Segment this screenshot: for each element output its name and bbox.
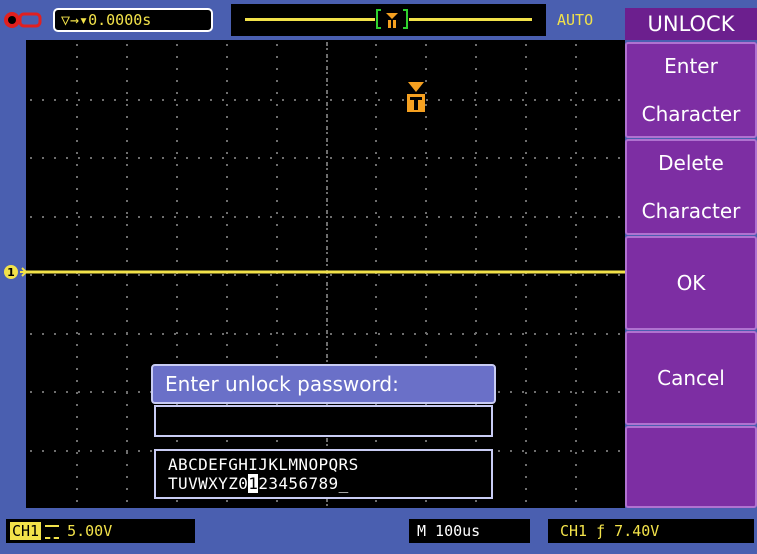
keyboard-row-1[interactable]: ABCDEFGHIJKLMNOPQRS [168, 455, 359, 474]
cancel-label: Cancel [657, 366, 725, 390]
password-field[interactable] [154, 405, 493, 437]
delete-character-label-2: Character [641, 199, 741, 223]
ch1-ground-marker-icon: 1 [4, 265, 28, 279]
ok-button[interactable]: OK [625, 236, 757, 330]
trigger-position-icon [375, 9, 409, 29]
ch1-scale-readout: CH1 5.00V [6, 519, 195, 543]
delete-character-label-1: Delete [658, 151, 724, 175]
keyboard-row-2-end[interactable]: 23456789_ [258, 474, 348, 493]
unlock-password-dialog: Enter unlock password: ABCDEFGHIJKLMNOPQ… [151, 364, 496, 500]
cancel-button[interactable]: Cancel [625, 331, 757, 425]
ok-label: OK [676, 271, 706, 295]
enter-character-button[interactable]: Enter Character [625, 42, 757, 138]
ch1-tag: CH1 [10, 522, 42, 540]
keyboard-selected-character[interactable]: 1 [248, 474, 259, 493]
ch1-coupling-icon [45, 524, 60, 539]
enter-character-label-1: Enter [664, 54, 718, 78]
svg-text:1: 1 [7, 266, 15, 279]
run-stop-icon [4, 12, 42, 28]
character-keyboard[interactable]: ABCDEFGHIJKLMNOPQRS TUVWXYZ0123456789_ [154, 449, 493, 499]
softkey-menu: UNLOCK Enter Character Delete Character … [625, 0, 757, 554]
memory-position-bar [231, 4, 546, 36]
top-status-bar: ▽→▾0.0000s AUTO [0, 0, 625, 40]
timebase-readout: M 100us [409, 519, 530, 543]
menu-title: UNLOCK [625, 8, 757, 40]
ch1-volts-per-div: 5.00V [67, 522, 113, 540]
trigger-position-marker-icon [407, 82, 425, 112]
enter-character-label-2: Character [641, 102, 741, 126]
dialog-prompt: Enter unlock password: [151, 364, 496, 404]
empty-softkey-button[interactable] [625, 426, 757, 508]
trigger-delay-readout: ▽→▾0.0000s [53, 8, 213, 32]
trigger-info-readout: CH1 ƒ 7.40V [548, 519, 754, 543]
keyboard-row-2-start[interactable]: TUVWXYZ0 [168, 474, 248, 493]
delete-character-button[interactable]: Delete Character [625, 139, 757, 235]
bottom-status-bar: CH1 5.00V M 100us CH1 ƒ 7.40V [0, 508, 754, 554]
trigger-mode: AUTO [557, 11, 594, 29]
